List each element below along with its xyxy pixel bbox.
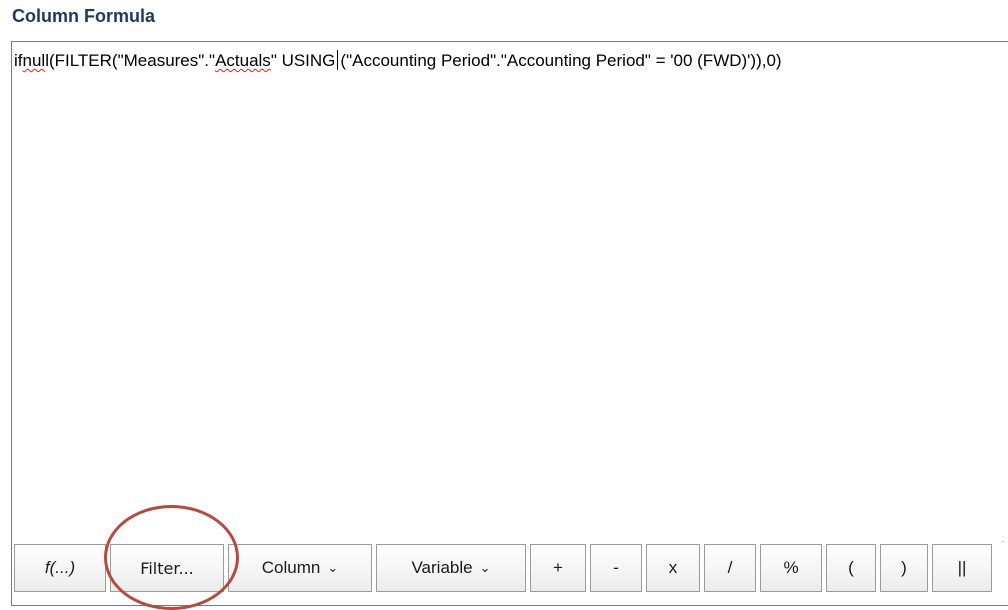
concatenate-operator-button[interactable]: || [932, 544, 992, 592]
column-label: Column [261, 558, 321, 577]
filter-button[interactable]: Filter... [110, 544, 224, 592]
filter-label: Filter... [140, 558, 194, 578]
chevron-down-icon: ⌄ [327, 560, 339, 575]
formula-segment: if [14, 51, 23, 70]
text-caret [337, 50, 339, 70]
open-paren-label: ( [848, 558, 854, 577]
formula-editor[interactable]: ifnull(FILTER("Measures"."Actuals" USING… [11, 41, 1008, 606]
column-dropdown-button[interactable]: Column ⌄ [228, 544, 372, 592]
percent-label: % [783, 558, 799, 577]
concat-label: || [957, 558, 967, 577]
open-paren-button[interactable]: ( [826, 544, 876, 592]
minus-label: - [613, 558, 619, 577]
multiply-label: x [668, 558, 678, 577]
percent-operator-button[interactable]: % [760, 544, 822, 592]
close-paren-label: ) [901, 558, 907, 577]
variable-dropdown-button[interactable]: Variable ⌄ [376, 544, 526, 592]
formula-misspelled-segment: nul [22, 51, 46, 70]
plus-label: + [553, 558, 563, 577]
formula-segment: ("Accounting Period"."Accounting Period"… [340, 51, 782, 70]
variable-label: Variable [411, 558, 473, 577]
column-formula-heading: Column Formula [12, 6, 155, 26]
multiply-operator-button[interactable]: x [646, 544, 700, 592]
formula-segment: l(FILTER("Measures"." [45, 51, 216, 70]
insert-function-label: f(...) [44, 558, 76, 577]
chevron-down-icon: ⌄ [479, 560, 491, 575]
close-paren-button[interactable]: ) [880, 544, 928, 592]
divide-label: / [727, 558, 733, 577]
plus-operator-button[interactable]: + [530, 544, 586, 592]
formula-segment: " USING [270, 51, 336, 70]
formula-misspelled-segment: Actuals [215, 51, 271, 70]
resize-grip-icon[interactable]: .: [1000, 534, 1004, 545]
formula-toolbar: f(...) Filter... Column ⌄ Variable ⌄ + - x… [14, 544, 992, 592]
minus-operator-button[interactable]: - [590, 544, 642, 592]
formula-text[interactable]: ifnull(FILTER("Measures"."Actuals" USING… [14, 50, 782, 71]
divide-operator-button[interactable]: / [704, 544, 756, 592]
insert-function-button[interactable]: f(...) [14, 544, 106, 592]
